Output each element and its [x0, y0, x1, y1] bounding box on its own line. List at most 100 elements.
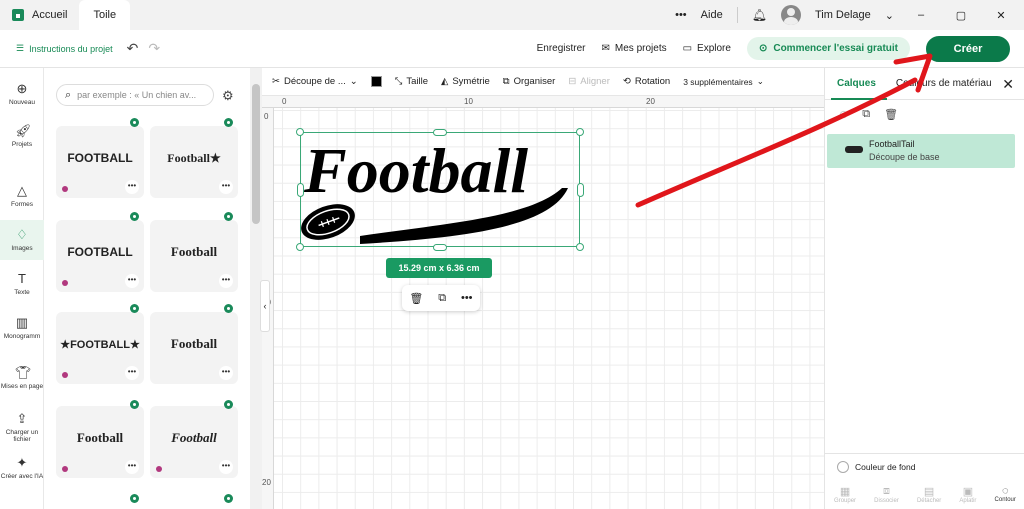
filter-icon[interactable]: ⚙︎: [222, 88, 234, 104]
image-thumbnail: Football★: [156, 138, 232, 178]
image-card[interactable]: Football★ •••: [150, 126, 238, 198]
rail-new[interactable]: ⊕ Nouveau: [0, 82, 44, 107]
more-icon[interactable]: •••: [125, 274, 139, 288]
ruler-label: 0: [264, 112, 269, 121]
rail-images[interactable]: ♢ Images: [0, 220, 44, 260]
free-badge-icon: [224, 304, 233, 313]
group-icon[interactable]: ⊘: [839, 108, 848, 121]
undo-icon[interactable]: ↶: [127, 40, 139, 57]
resize-handle[interactable]: [576, 128, 584, 136]
leaf-icon: ⊙: [758, 43, 768, 54]
trash-icon[interactable]: 🗑︎: [884, 108, 898, 121]
trash-icon[interactable]: 🗑︎: [409, 292, 423, 305]
image-card[interactable]: Football •••: [56, 406, 144, 478]
cut-type-select[interactable]: ✂ Découpe de ... ⌄: [272, 76, 358, 87]
image-card[interactable]: Football •••: [150, 220, 238, 292]
save-button[interactable]: Enregistrer: [537, 43, 586, 54]
chevron-down-icon[interactable]: ⌄: [885, 9, 894, 22]
image-card[interactable]: Football •••: [150, 406, 238, 478]
search-icon: ⌕: [65, 88, 72, 101]
more-icon[interactable]: •••: [219, 366, 233, 380]
detach-button[interactable]: ▤ Détacher: [917, 485, 941, 504]
more-icon[interactable]: •••: [219, 180, 233, 194]
resize-handle[interactable]: [433, 129, 447, 136]
more-icon[interactable]: •••: [125, 180, 139, 194]
resize-handle[interactable]: [433, 244, 447, 251]
help-link[interactable]: Aide: [701, 9, 723, 21]
more-icon[interactable]: •••: [219, 274, 233, 288]
more-menu-icon[interactable]: •••: [675, 9, 687, 21]
rail-layouts[interactable]: 👕︎ Mises en page: [0, 366, 44, 391]
explore-label: Explore: [697, 43, 731, 54]
checkbox[interactable]: [837, 460, 849, 473]
home-tab[interactable]: Accueil: [0, 0, 79, 30]
symmetry-button[interactable]: ◭ Symétrie: [441, 76, 490, 87]
rail-monogram[interactable]: ▥ Monogramm: [0, 316, 44, 341]
more-icon[interactable]: •••: [219, 460, 233, 474]
free-badge-icon: [130, 400, 139, 409]
image-card[interactable]: FOOTBALL •••: [56, 126, 144, 198]
free-trial-button[interactable]: ⊙ Commencer l'essai gratuit: [746, 37, 910, 60]
layer-item[interactable]: FootballTail Découpe de base: [827, 134, 1015, 168]
ungroup-button[interactable]: ⧈ Dissocier: [874, 485, 899, 504]
rail-new-label: Nouveau: [8, 99, 36, 106]
more-options-button[interactable]: 3 supplémentaires ⌄: [683, 76, 764, 87]
rotation-button[interactable]: ⟲ Rotation: [623, 76, 670, 87]
instructions-label: Instructions du projet: [29, 43, 113, 54]
group-button[interactable]: ▦ Grouper: [834, 485, 856, 504]
explore-link[interactable]: ▭ Explore: [683, 43, 731, 54]
layer-actions: ⊘ ⧉ 🗑︎: [825, 100, 1024, 129]
more-icon[interactable]: •••: [125, 460, 139, 474]
bell-icon[interactable]: 🔔︎: [752, 8, 767, 22]
more-icon[interactable]: •••: [461, 292, 473, 304]
resize-handle[interactable]: [576, 243, 584, 251]
align-button[interactable]: ⊟ Aligner: [568, 76, 610, 87]
resize-handle[interactable]: [297, 183, 304, 197]
avatar[interactable]: [780, 5, 801, 25]
rail-text[interactable]: T Texte: [0, 272, 44, 297]
free-badge-icon: [224, 400, 233, 409]
contour-button[interactable]: ◌ Contour: [995, 485, 1016, 503]
more-icon[interactable]: •••: [125, 366, 139, 380]
close-icon[interactable]: ✕: [1002, 76, 1014, 93]
image-card[interactable]: FOOTBALL •••: [56, 220, 144, 292]
rail-shapes-label: Formes: [10, 201, 34, 208]
color-swatch[interactable]: [370, 76, 382, 87]
scrollbar-thumb[interactable]: [252, 84, 260, 224]
rotate-icon: ⟲: [622, 76, 631, 87]
tab-material-colors[interactable]: Couleurs de matériau: [896, 78, 992, 89]
redo-icon[interactable]: ↷: [148, 40, 160, 57]
rail-ai[interactable]: ✦ Créer avec l'IA: [0, 456, 44, 481]
rail-upload[interactable]: ⇪ Charger un fichier: [0, 412, 44, 444]
free-badge-icon: [224, 494, 233, 503]
rail-shapes[interactable]: △ Formes: [0, 184, 44, 209]
minimize-button[interactable]: –: [908, 9, 934, 21]
flatten-button[interactable]: ▣ Aplatir: [959, 485, 976, 504]
resize-handle[interactable]: [296, 128, 304, 136]
size-button[interactable]: ⤡ Taille: [395, 76, 428, 87]
image-card[interactable]: ★FOOTBALL★ •••: [56, 312, 144, 384]
resize-handle[interactable]: [577, 183, 584, 197]
flatten-label: Aplatir: [959, 497, 977, 504]
selection-box[interactable]: [300, 132, 580, 247]
align-icon: ⊟: [568, 76, 577, 87]
canvas-tab-label: Toile: [93, 9, 117, 21]
image-card[interactable]: Football •••: [150, 312, 238, 384]
background-color-row[interactable]: Couleur de fond: [825, 453, 1024, 479]
rotation-label: Rotation: [634, 76, 671, 87]
create-button[interactable]: Créer: [926, 35, 1010, 62]
restore-button[interactable]: ▢: [948, 9, 974, 22]
my-projects-link[interactable]: ✉ Mes projets: [602, 43, 667, 54]
search-input[interactable]: ⌕ par exemple : « Un chien av...: [56, 84, 214, 106]
canvas-tab[interactable]: Toile: [79, 0, 131, 30]
duplicate-icon[interactable]: ⧉: [862, 108, 870, 121]
user-name[interactable]: Tim Delage: [815, 9, 871, 21]
resize-handle[interactable]: [296, 243, 304, 251]
instructions-link[interactable]: ☰ Instructions du projet: [0, 43, 113, 54]
rail-projects[interactable]: 🚀︎ Projets: [0, 124, 44, 149]
close-window-button[interactable]: ✕: [988, 9, 1014, 22]
collapse-panel-button[interactable]: ‹: [260, 280, 270, 332]
duplicate-icon[interactable]: ⧉: [438, 292, 446, 305]
tab-layers[interactable]: Calques: [837, 78, 876, 89]
organize-button[interactable]: ⧉ Organiser: [503, 76, 556, 87]
